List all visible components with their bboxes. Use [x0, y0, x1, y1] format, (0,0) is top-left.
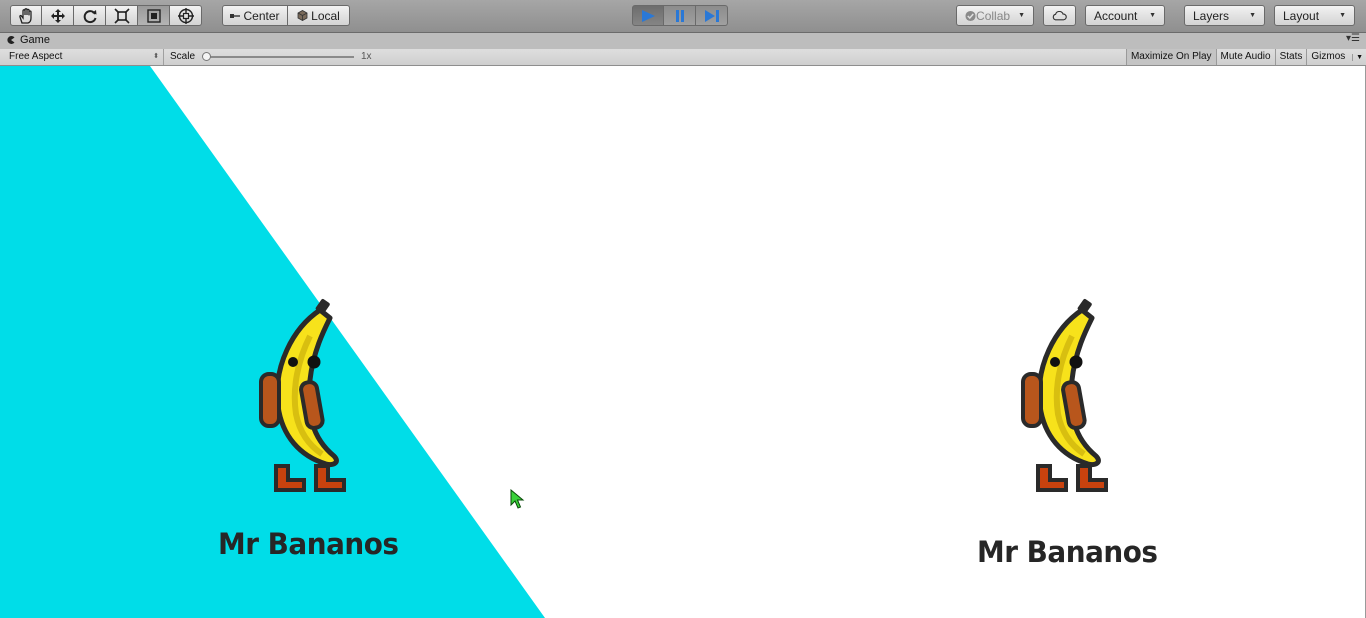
context-menu-icon[interactable]: ▾☰: [1346, 33, 1360, 44]
play-controls: [632, 5, 728, 26]
play-button[interactable]: [632, 5, 664, 26]
aspect-label: Free Aspect: [9, 51, 63, 62]
aspect-dropdown[interactable]: Free Aspect ⬍: [4, 49, 164, 65]
collab-group: Collab ▼: [956, 5, 1034, 26]
window-tab-bar: Game ▾☰: [0, 33, 1366, 50]
step-button[interactable]: [696, 5, 728, 26]
game-controller-icon: [7, 36, 15, 44]
pause-icon: [675, 9, 684, 22]
chevron-down-icon: ▼: [1018, 12, 1025, 19]
layout-group: Layout ▼: [1274, 5, 1355, 26]
scale-value: 1x: [361, 51, 372, 62]
scale-tool-button[interactable]: [106, 5, 138, 26]
rect-tool-button[interactable]: [138, 5, 170, 26]
scale-label: Scale: [170, 51, 196, 62]
cloud-button[interactable]: [1043, 5, 1076, 26]
check-icon: [965, 10, 976, 21]
collab-label: Collab: [976, 8, 1011, 23]
tab-game[interactable]: Game: [6, 34, 50, 46]
move-tool-button[interactable]: [42, 5, 74, 26]
maximize-on-play-toggle[interactable]: Maximize On Play: [1125, 49, 1216, 65]
rotate-icon: [83, 9, 96, 23]
layers-dropdown[interactable]: Layers ▼: [1184, 5, 1265, 26]
layers-label: Layers: [1193, 8, 1230, 23]
pause-button[interactable]: [664, 5, 696, 26]
chevron-down-icon: ▼: [1339, 12, 1346, 19]
layout-dropdown[interactable]: Layout ▼: [1274, 5, 1355, 26]
play-icon: [642, 9, 655, 22]
layout-label: Layout: [1283, 8, 1320, 23]
game-view-options: Maximize On Play Mute Audio Stats Gizmos…: [1125, 49, 1366, 65]
cloud-icon: [1052, 10, 1067, 20]
stats-toggle[interactable]: Stats: [1274, 49, 1307, 65]
pivot-center-button[interactable]: Center: [222, 5, 288, 26]
chevron-down-icon: ▼: [1249, 12, 1256, 19]
account-group: Account ▼: [1085, 5, 1165, 26]
cube-icon: [297, 10, 308, 21]
rotate-tool-button[interactable]: [74, 5, 106, 26]
banana-character-left: [259, 299, 346, 492]
mute-audio-toggle[interactable]: Mute Audio: [1215, 49, 1275, 65]
scale-icon: [113, 7, 130, 24]
gizmos-label: Gizmos: [1311, 51, 1346, 62]
transform-tools: [10, 5, 202, 26]
transform-icon: [177, 7, 194, 24]
mouse-cursor-icon: [510, 489, 525, 509]
account-dropdown[interactable]: Account ▼: [1085, 5, 1165, 26]
account-label: Account: [1094, 8, 1138, 23]
pivot-toggles: Center Local: [222, 5, 350, 26]
collab-button[interactable]: Collab ▼: [956, 5, 1034, 26]
hand-tool-button[interactable]: [10, 5, 42, 26]
space-local-button[interactable]: Local: [288, 5, 350, 26]
scale-slider-knob[interactable]: [202, 52, 211, 61]
rect-transform-icon: [146, 8, 161, 23]
pivot-icon: [230, 13, 241, 18]
space-label: Local: [311, 8, 340, 23]
game-control-bar: Free Aspect ⬍ Scale 1x Maximize On Play …: [0, 49, 1366, 66]
scale-slider-track[interactable]: [206, 56, 354, 58]
chevron-down-icon: ▼: [1149, 12, 1156, 19]
transform-tool-button[interactable]: [170, 5, 202, 26]
gizmos-toggle[interactable]: Gizmos ▼: [1306, 49, 1366, 65]
pivot-label: Center: [243, 8, 280, 23]
chevron-down-icon: ▼: [1352, 54, 1366, 61]
move-arrows-icon: [50, 8, 65, 23]
logo-left-text: Mr Bananos: [218, 527, 399, 561]
tab-label: Game: [20, 34, 50, 46]
main-toolbar: Center Local Collab ▼ Account ▼ Layers ▼…: [0, 0, 1366, 33]
cloud-group: [1043, 5, 1076, 26]
logo-right-text: Mr Bananos: [977, 535, 1158, 569]
cyan-diagonal-shape: [0, 66, 545, 618]
step-icon: [704, 9, 719, 22]
layers-group: Layers ▼: [1184, 5, 1265, 26]
updown-arrow-icon: ⬍: [153, 53, 159, 60]
banana-character-right: [1021, 299, 1108, 492]
game-view[interactable]: Mr Bananos Mr Bananos: [0, 66, 1366, 618]
hand-icon: [19, 7, 32, 24]
